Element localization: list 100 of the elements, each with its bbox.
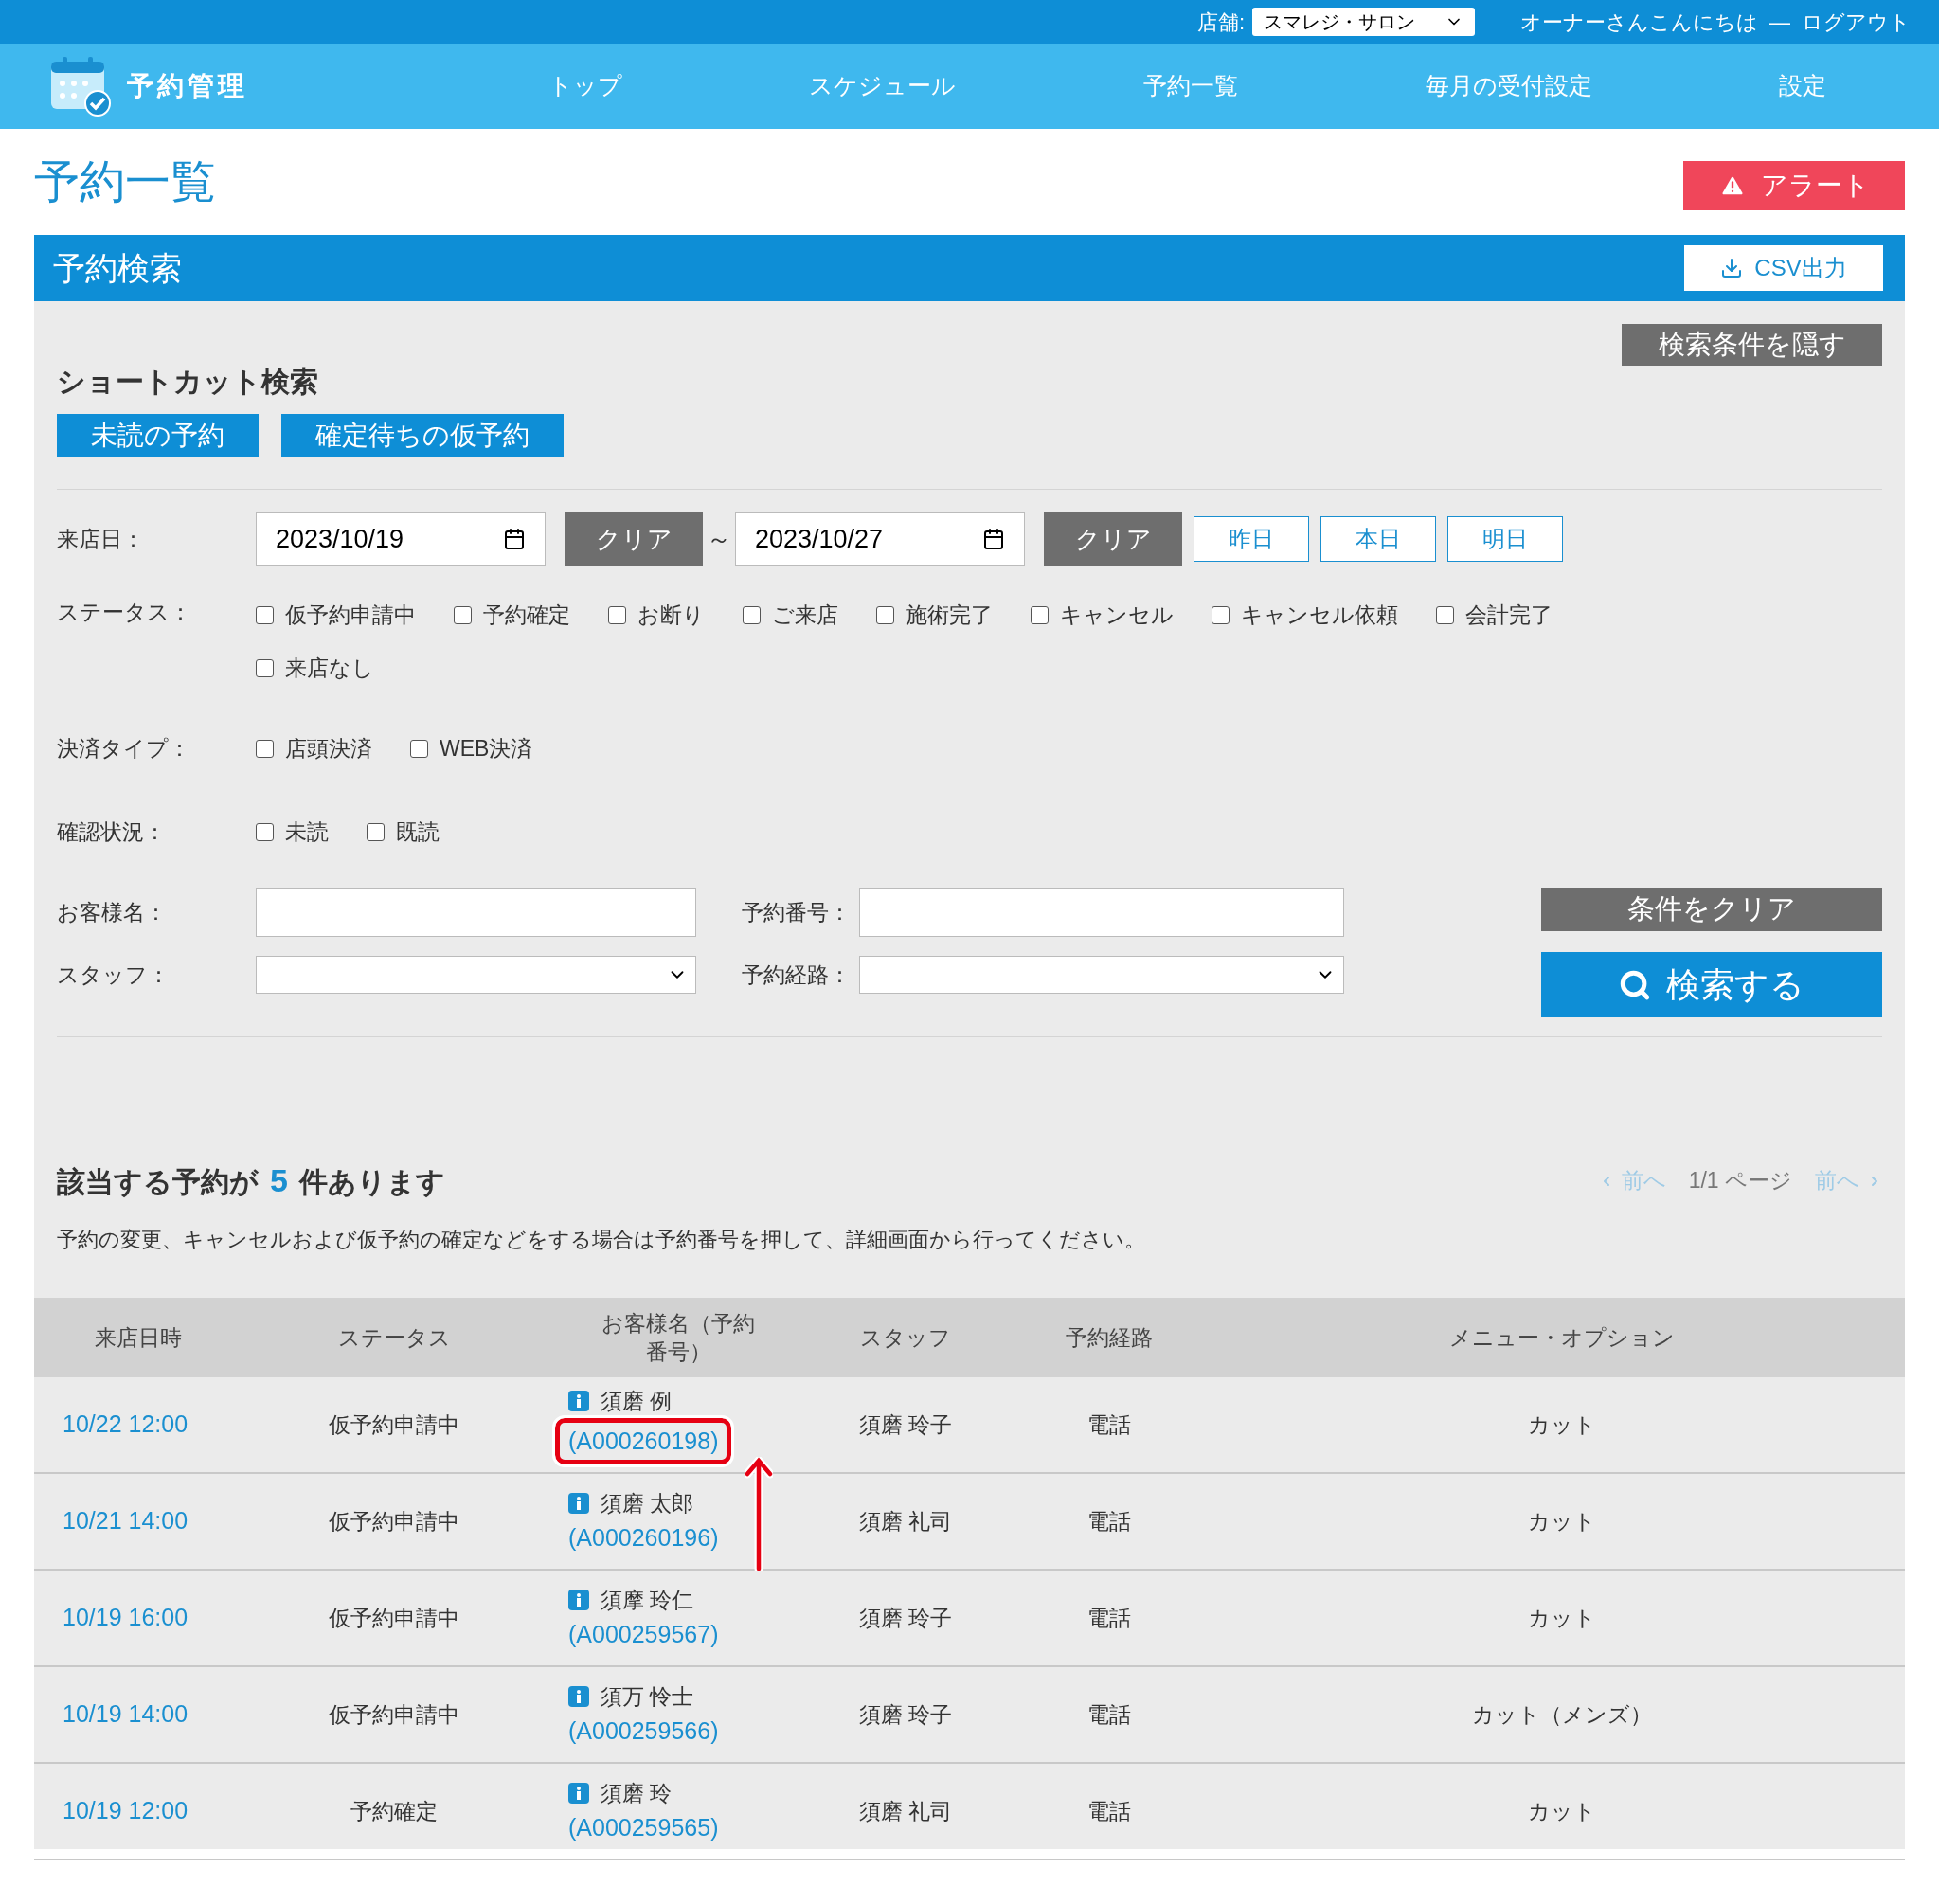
checkbox-label: 未読 [285, 817, 329, 846]
reservation-number-link[interactable]: (A000260198) [568, 1423, 719, 1459]
visit-datetime-link[interactable]: 10/19 14:00 [34, 1697, 242, 1733]
status-cell-text: 仮予約申請中 [328, 1507, 460, 1536]
search-button[interactable]: 検索する [1541, 952, 1882, 1017]
reservation-number-link[interactable]: (A000260196) [568, 1519, 719, 1555]
checkbox[interactable] [410, 739, 428, 758]
visit-datetime-link[interactable]: 10/21 14:00 [34, 1503, 242, 1539]
calendar-icon [982, 528, 1005, 550]
menu-cell-text: カット [1526, 1507, 1597, 1536]
checkbox[interactable] [608, 605, 626, 624]
nav-link[interactable]: 設定 [1779, 68, 1827, 104]
customer-name: 須磨 玲 [601, 1780, 673, 1807]
nav-link[interactable]: 予約一覧 [1143, 68, 1238, 104]
result-count: 5 [270, 1161, 288, 1200]
csv-export-button[interactable]: CSV出力 [1684, 245, 1883, 291]
quick-date-button[interactable]: 本日 [1320, 516, 1436, 562]
clear-conditions-button[interactable]: 条件をクリア [1541, 888, 1882, 931]
shortcut-title: ショートカット検索 [57, 365, 319, 399]
checkbox[interactable] [1436, 605, 1454, 624]
field-label: お客様名： [57, 898, 168, 926]
shortcut-button[interactable]: 未読の予約 [57, 414, 259, 457]
clear-button[interactable]: クリア [1044, 512, 1182, 566]
column-header: お客様名（予約番号） [601, 1310, 756, 1366]
staff-cell-text: 須磨 玲子 [857, 1410, 954, 1439]
hide-conditions-button[interactable]: 検索条件を隠す [1622, 324, 1882, 366]
reservation-number-link[interactable]: (A000259565) [568, 1809, 719, 1845]
shortcut-button[interactable]: 確定待ちの仮予約 [281, 414, 564, 457]
checkbox-label: お断り [637, 601, 705, 629]
reservation-number-field[interactable] [859, 888, 1344, 937]
visit-datetime-link[interactable]: 10/19 12:00 [34, 1793, 242, 1829]
field-label: 来店日： [57, 525, 145, 553]
column-header: 予約経路 [1065, 1324, 1154, 1352]
route-cell-text: 電話 [1086, 1410, 1132, 1439]
menu-cell-text: カット [1526, 1410, 1597, 1439]
date-field[interactable]: 2023/10/19 [256, 512, 546, 566]
greeting: オーナーさんこんにちは [1520, 9, 1758, 36]
checkbox[interactable] [256, 822, 274, 841]
page-title: 予約一覧 [34, 155, 216, 208]
checkbox[interactable] [1031, 605, 1049, 624]
reservation-number-link[interactable]: (A000259566) [568, 1713, 719, 1749]
nav-link[interactable]: スケジュール [809, 68, 957, 104]
info-icon [568, 1493, 589, 1515]
customer-name: 須磨 例 [601, 1388, 673, 1415]
checkbox[interactable] [1212, 605, 1230, 624]
field-label: ステータス： [57, 599, 192, 626]
column-header: 来店日時 [94, 1324, 183, 1352]
logout-link[interactable]: ログアウト [1802, 6, 1911, 38]
checkbox[interactable] [454, 605, 472, 624]
staff-cell-text: 須磨 玲子 [857, 1700, 954, 1729]
quick-date-button[interactable]: 昨日 [1194, 516, 1309, 562]
checkbox[interactable] [876, 605, 894, 624]
download-icon [1720, 257, 1744, 279]
menu-cell-text: カット [1526, 1604, 1597, 1632]
customer-name: 須万 怜士 [601, 1683, 694, 1711]
checkbox-label: ご来店 [772, 601, 838, 629]
column-header: スタッフ [859, 1324, 952, 1352]
checkbox[interactable] [256, 605, 274, 624]
checkbox[interactable] [367, 822, 385, 841]
info-icon [568, 1391, 589, 1412]
date-field[interactable]: 2023/10/27 [735, 512, 1025, 566]
field-label: 予約番号： [742, 898, 852, 926]
page-indicator: 1/1 ページ [1688, 1167, 1792, 1195]
checkbox[interactable] [743, 605, 761, 624]
field-label: スタッフ： [57, 961, 171, 989]
field-label: 決済タイプ： [57, 734, 191, 763]
reservation-number-link[interactable]: (A000259567) [568, 1616, 719, 1652]
checkbox-label: 仮予約申請中 [285, 601, 416, 629]
store-select[interactable]: スマレジ・サロン [1252, 8, 1475, 36]
nav-link[interactable]: 毎月の受付設定 [1425, 68, 1592, 104]
checkbox[interactable] [256, 658, 274, 677]
field-label: 確認状況： [57, 817, 167, 846]
store-label: 店舗: [1196, 9, 1245, 36]
alert-button[interactable]: アラート [1683, 161, 1905, 210]
status-cell-text: 仮予約申請中 [328, 1700, 460, 1729]
column-header: メニュー・オプション [1447, 1324, 1676, 1352]
tilde: ～ [707, 523, 731, 555]
checkbox[interactable] [256, 739, 274, 758]
checkbox-label: 店頭決済 [285, 734, 372, 763]
result-heading: 件あります [298, 1165, 445, 1199]
checkbox-label: 来店なし [285, 654, 374, 682]
info-icon [568, 1686, 589, 1708]
status-cell-text: 予約確定 [350, 1797, 439, 1825]
field-label: 予約経路： [742, 961, 852, 989]
status-cell-text: 仮予約申請中 [328, 1604, 460, 1632]
staff-cell-text: 須磨 礼司 [857, 1797, 954, 1825]
checkbox-label: 予約確定 [483, 601, 570, 629]
menu-cell-text: カット（メンズ） [1470, 1700, 1653, 1729]
search-icon [1619, 968, 1651, 1001]
column-header: ステータス [336, 1324, 452, 1352]
quick-date-button[interactable]: 明日 [1447, 516, 1563, 562]
route-cell-text: 電話 [1086, 1604, 1132, 1632]
clear-button[interactable]: クリア [565, 512, 703, 566]
visit-datetime-link[interactable]: 10/19 16:00 [34, 1600, 242, 1636]
checkbox-label: 既読 [396, 817, 440, 846]
nav-link[interactable]: トップ [548, 68, 622, 104]
brand-name: 予約管理 [127, 70, 248, 102]
customer-name-field[interactable] [256, 888, 696, 937]
section-title: 予約検索 [53, 248, 182, 288]
visit-datetime-link[interactable]: 10/22 12:00 [34, 1407, 242, 1443]
